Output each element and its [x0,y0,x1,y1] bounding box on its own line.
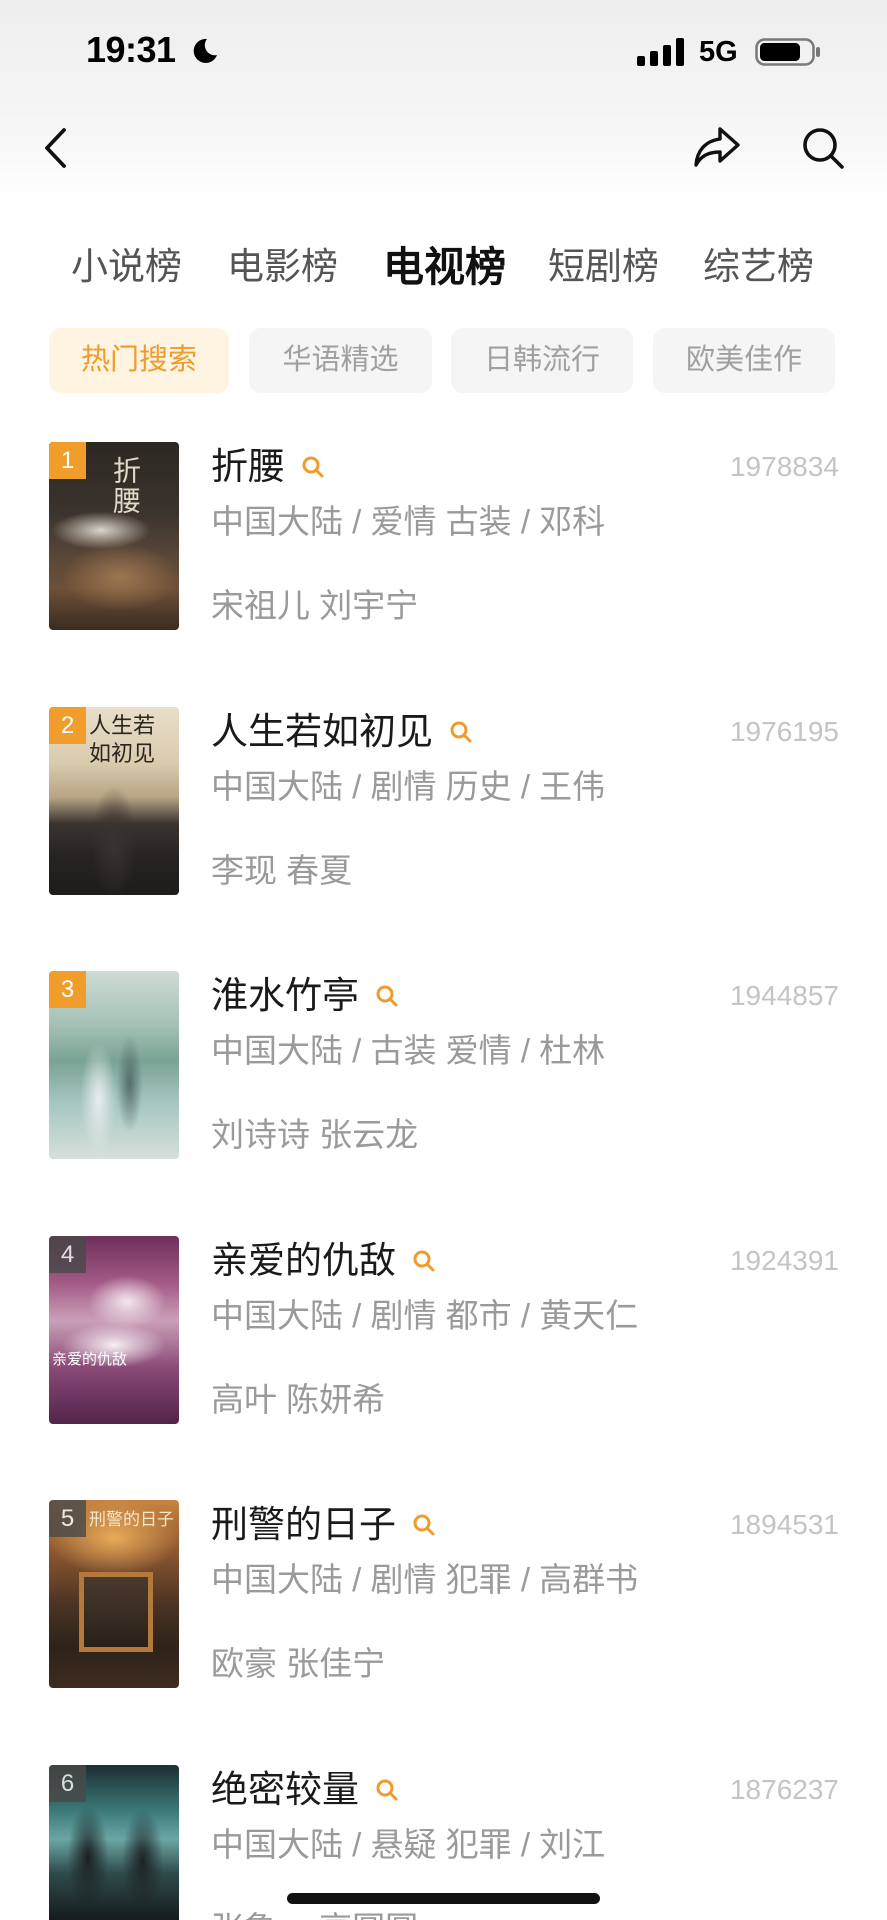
poster-title-art: 亲爱的仇敌 [52,1350,128,1368]
title-search-icon[interactable] [449,720,473,744]
moon-icon [193,38,217,63]
chip-western[interactable]: 欧美佳作 [653,328,835,393]
title-search-icon[interactable] [375,1778,399,1802]
poster-image[interactable]: 6 [49,1765,179,1920]
share-icon [694,127,740,167]
tab-variety[interactable]: 综艺榜 [703,238,814,296]
title-row: 刑警的日子 [211,1505,436,1545]
list-item[interactable]: 3 淮水竹亭 1944857 中国大陆 / 古装 爱情 / 杜林 刘诗诗 张云龙 [0,971,887,1235]
list-item[interactable]: 折腰 1 折腰 1978834 中国大陆 / 爱情 古装 / 邓科 宋祖儿 刘宇… [0,442,887,706]
item-meta: 中国大陆 / 古装 爱情 / 杜林 [211,1032,606,1069]
search-count: 1894531 [729,1509,839,1540]
rank-badge: 3 [49,971,86,1008]
item-title[interactable]: 人生若如初见 [211,712,433,752]
network-label: 5G [699,36,738,68]
list-item[interactable]: 刑警的日子 5 刑警的日子 1894531 中国大陆 / 剧情 犯罪 / 高群书… [0,1500,887,1764]
item-meta: 中国大陆 / 爱情 古装 / 邓科 [211,503,606,540]
title-search-icon[interactable] [412,1249,436,1273]
poster-title-art: 刑警的日子 [89,1510,174,1530]
title-row: 折腰 [211,447,325,487]
item-cast: 刘诗诗 张云龙 [211,1116,419,1153]
title-row: 亲爱的仇敌 [211,1241,436,1281]
category-tabs: 小说榜 电影榜 电视榜 短剧榜 综艺榜 [0,238,887,296]
item-meta: 中国大陆 / 剧情 都市 / 黄天仁 [211,1297,639,1334]
item-cast: 欧豪 张佳宁 [211,1645,386,1682]
item-title[interactable]: 亲爱的仇敌 [211,1241,396,1281]
poster-image[interactable]: 人生若如初见 2 [49,707,179,895]
share-button[interactable] [690,121,744,173]
search-count: 1924391 [729,1245,839,1276]
tab-movie[interactable]: 电影榜 [227,238,338,296]
item-cast: 李现 春夏 [211,852,353,889]
title-search-icon[interactable] [375,984,399,1008]
item-cast: 高叶 陈妍希 [211,1381,386,1418]
tab-short-drama[interactable]: 短剧榜 [548,238,659,296]
rank-badge: 5 [49,1500,86,1537]
title-row: 绝密较量 [211,1770,399,1810]
search-count: 1944857 [729,980,839,1011]
item-cast: 宋祖儿 刘宇宁 [211,587,419,624]
search-count: 1976195 [729,716,839,747]
home-indicator[interactable] [287,1893,600,1904]
item-title[interactable]: 折腰 [211,447,285,487]
poster-frame-art [79,1572,153,1652]
poster-title-art: 人生若如初见 [89,714,156,767]
status-time: 19:31 [86,29,176,70]
item-title[interactable]: 淮水竹亭 [211,976,359,1016]
item-title[interactable]: 刑警的日子 [211,1505,396,1545]
chevron-left-icon [45,128,66,168]
poster-image[interactable]: 3 [49,971,179,1159]
title-row: 人生若如初见 [211,712,473,752]
search-icon [803,128,844,169]
filter-chips: 热门搜索 华语精选 日韩流行 欧美佳作 [0,328,887,393]
rank-badge: 4 [49,1236,86,1273]
title-row: 淮水竹亭 [211,976,399,1016]
chip-chinese-picks[interactable]: 华语精选 [249,328,432,393]
item-meta: 中国大陆 / 剧情 犯罪 / 高群书 [211,1561,639,1598]
rank-badge: 6 [49,1765,86,1802]
rank-badge: 2 [49,707,86,744]
poster-image[interactable]: 亲爱的仇敌 4 [49,1236,179,1424]
list-item[interactable]: 亲爱的仇敌 4 亲爱的仇敌 1924391 中国大陆 / 剧情 都市 / 黄天仁… [0,1236,887,1500]
search-count: 1876237 [729,1774,839,1805]
search-button[interactable] [798,124,848,172]
item-title[interactable]: 绝密较量 [211,1770,359,1810]
chip-hot-search[interactable]: 热门搜索 [49,328,229,393]
poster-image[interactable]: 刑警的日子 5 [49,1500,179,1688]
chip-japan-korea[interactable]: 日韩流行 [451,328,633,393]
tab-novel[interactable]: 小说榜 [71,238,182,296]
ranking-page: 19:31 5G 小说榜 电影榜 电视榜 短剧榜 综艺榜 热门搜索 华语精选 日… [0,0,887,1920]
item-cast: 张鲁一 高圆圆 [211,1910,418,1920]
list-item[interactable]: 人生若如初见 2 人生若如初见 1976195 中国大陆 / 剧情 历史 / 王… [0,707,887,971]
item-meta: 中国大陆 / 剧情 历史 / 王伟 [211,768,606,805]
title-search-icon[interactable] [412,1513,436,1537]
item-meta: 中国大陆 / 悬疑 犯罪 / 刘江 [211,1826,606,1863]
title-search-icon[interactable] [301,455,325,479]
rank-badge: 1 [49,442,86,479]
signal-icon [637,38,684,66]
search-count: 1978834 [729,451,839,482]
poster-title-art: 折腰 [109,456,142,516]
tab-tv[interactable]: 电视榜 [383,238,506,296]
back-button[interactable] [34,120,78,176]
battery-icon [755,38,820,66]
poster-image[interactable]: 折腰 1 [49,442,179,630]
